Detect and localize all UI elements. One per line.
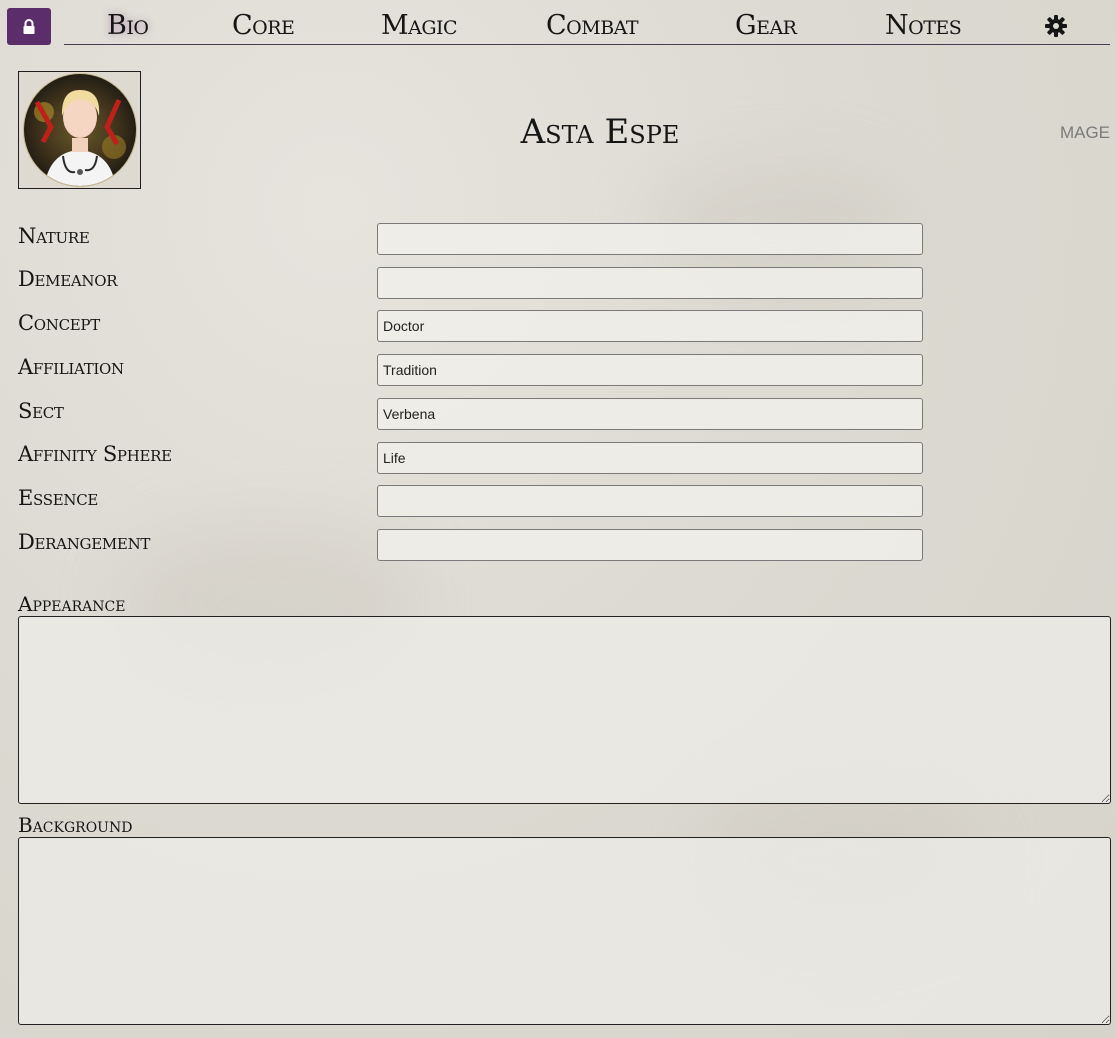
affinity-sphere-label: Affinity Sphere <box>18 442 172 466</box>
character-name-container: Asta Espe <box>390 112 810 152</box>
character-name: Asta Espe <box>520 112 680 152</box>
tab-gear[interactable]: Gear <box>735 10 797 42</box>
derangement-label: Derangement <box>18 530 151 554</box>
demeanor-label: Demeanor <box>18 267 118 291</box>
nature-label: Nature <box>18 224 90 248</box>
background-textarea[interactable] <box>18 837 1111 1025</box>
nav-divider <box>64 44 1110 45</box>
appearance-textarea[interactable] <box>18 616 1111 804</box>
affiliation-field[interactable] <box>377 354 923 386</box>
portrait-image <box>23 73 137 187</box>
concept-field[interactable] <box>377 310 923 342</box>
character-type: MAGE <box>1059 123 1110 142</box>
affinity-sphere-field[interactable] <box>377 442 923 474</box>
sect-field[interactable] <box>377 398 923 430</box>
lock-icon <box>23 18 35 34</box>
concept-label: Concept <box>18 311 100 335</box>
appearance-label: Appearance <box>18 592 126 616</box>
tab-core[interactable]: Core <box>232 10 295 42</box>
essence-field[interactable] <box>377 485 923 517</box>
tab-bio[interactable]: Bio <box>107 10 149 42</box>
background-label: Background <box>18 813 133 837</box>
essence-label: Essence <box>18 486 99 510</box>
tab-combat[interactable]: Combat <box>546 10 639 42</box>
demeanor-field[interactable] <box>377 267 923 299</box>
affiliation-label: Affiliation <box>18 355 124 379</box>
sect-label: Sect <box>18 399 64 423</box>
derangement-field[interactable] <box>377 529 923 561</box>
tab-magic[interactable]: Magic <box>381 10 458 42</box>
lock-button[interactable] <box>7 8 51 45</box>
avatar[interactable] <box>18 71 141 189</box>
tab-notes[interactable]: Notes <box>885 10 962 42</box>
nature-field[interactable] <box>377 223 923 255</box>
gear-icon[interactable] <box>1044 14 1068 38</box>
